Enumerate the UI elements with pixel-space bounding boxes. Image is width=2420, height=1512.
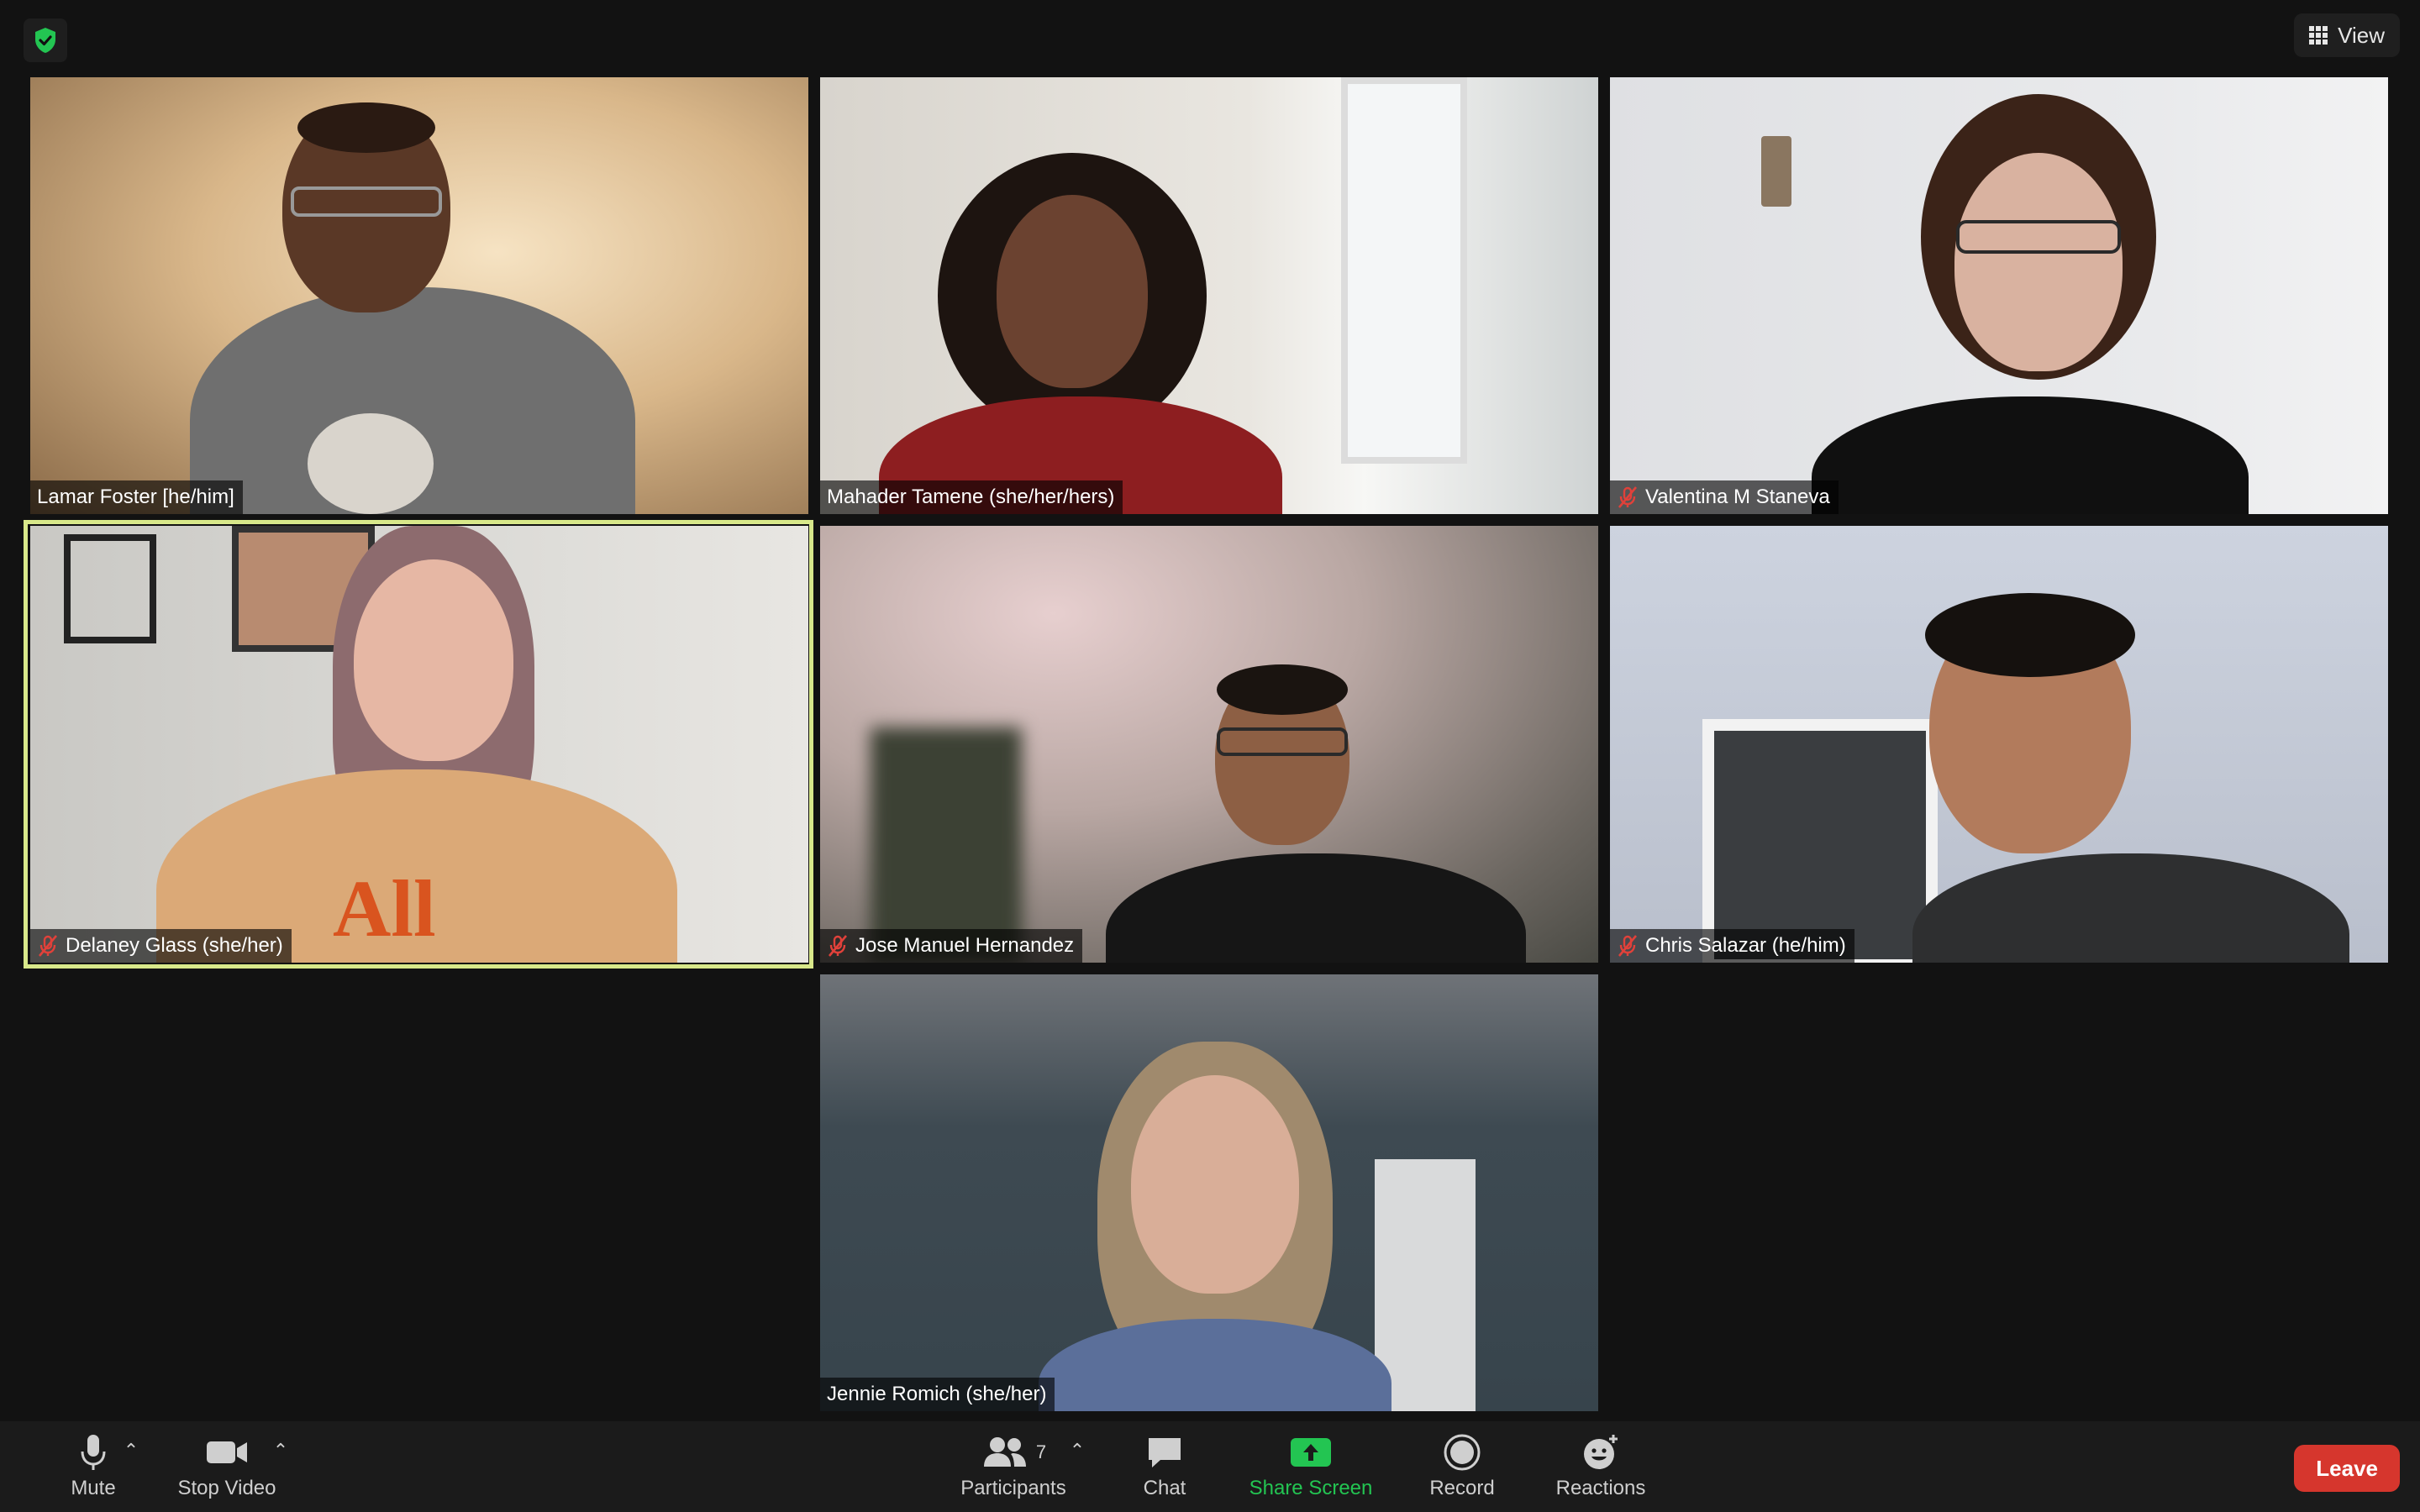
- chat-label: Chat: [1143, 1477, 1186, 1499]
- reactions-button[interactable]: Reactions: [1546, 1421, 1655, 1512]
- participant-name: Jennie Romich (she/her): [827, 1383, 1047, 1405]
- video-camera-icon: [207, 1441, 247, 1463]
- participant-name-label: Mahader Tamene (she/her/hers): [820, 480, 1123, 514]
- participant-name: Mahader Tamene (she/her/hers): [827, 486, 1115, 508]
- video-tile-mahader-tamene[interactable]: Mahader Tamene (she/her/hers): [820, 77, 1598, 514]
- meeting-toolbar: Mute ⌃ Stop Video ⌃ 7 Participants ⌃ Cha…: [0, 1421, 2420, 1512]
- view-label: View: [2338, 22, 2385, 48]
- muted-microphone-icon: [1617, 486, 1639, 509]
- stop-video-button[interactable]: Stop Video: [168, 1421, 286, 1512]
- video-tile-jose-manuel-hernandez[interactable]: Jose Manuel Hernandez: [820, 526, 1598, 963]
- record-label: Record: [1429, 1477, 1495, 1499]
- reactions-emoji-icon: [1584, 1435, 1618, 1469]
- participant-name: Lamar Foster [he/him]: [37, 486, 234, 508]
- leave-button[interactable]: Leave: [2294, 1445, 2400, 1492]
- participant-name-label: Jose Manuel Hernandez: [820, 929, 1083, 963]
- chat-button[interactable]: Chat: [1123, 1421, 1207, 1512]
- doorway: [1702, 719, 1938, 963]
- video-tile-chris-salazar[interactable]: Chris Salazar (he/him): [1610, 526, 2388, 963]
- participant-name-label: Lamar Foster [he/him]: [30, 480, 243, 514]
- participant-name-label: Jennie Romich (she/her): [820, 1378, 1055, 1411]
- security-shield-icon[interactable]: [24, 18, 67, 62]
- doorway: [1375, 1159, 1476, 1411]
- mute-button[interactable]: Mute: [47, 1421, 139, 1512]
- record-icon: [1444, 1434, 1481, 1471]
- wall-switch: [1761, 136, 1791, 207]
- reactions-label: Reactions: [1555, 1477, 1646, 1499]
- wall-frame: [64, 534, 156, 643]
- participant-name: Chris Salazar (he/him): [1645, 934, 1846, 957]
- video-tile-jennie-romich[interactable]: Jennie Romich (she/her): [820, 974, 1598, 1411]
- video-tile-delaney-glass[interactable]: All Delaney Glass (she/her): [30, 526, 808, 963]
- participants-label: Participants: [960, 1477, 1066, 1499]
- mute-label: Mute: [71, 1477, 116, 1499]
- share-screen-label: Share Screen: [1249, 1477, 1373, 1499]
- blurred-background-object: [871, 727, 1022, 963]
- microphone-icon: [81, 1435, 106, 1470]
- video-tile-lamar-foster[interactable]: Lamar Foster [he/him]: [30, 77, 808, 514]
- view-button[interactable]: View: [2294, 13, 2400, 57]
- grid-icon: [2309, 26, 2328, 45]
- stop-video-label: Stop Video: [177, 1477, 276, 1499]
- participant-name-label: Chris Salazar (he/him): [1610, 929, 1854, 963]
- participants-count: 7: [1035, 1441, 1047, 1462]
- muted-microphone-icon: [827, 934, 849, 958]
- participant-name-label: Valentina M Staneva: [1610, 480, 1839, 514]
- participants-options-chevron-up-icon[interactable]: ⌃: [1065, 1440, 1089, 1462]
- muted-microphone-icon: [37, 934, 59, 958]
- video-tile-valentina-staneva[interactable]: Valentina M Staneva: [1610, 77, 2388, 514]
- record-button[interactable]: Record: [1420, 1421, 1504, 1512]
- participant-name-label: Delaney Glass (she/her): [30, 929, 292, 963]
- muted-microphone-icon: [1617, 934, 1639, 958]
- participants-icon: [983, 1437, 1026, 1467]
- video-options-chevron-up-icon[interactable]: ⌃: [269, 1440, 292, 1462]
- participant-name: Delaney Glass (she/her): [66, 934, 283, 957]
- chat-bubble-icon: [1149, 1438, 1181, 1467]
- window-shape: [1341, 77, 1467, 464]
- share-screen-button[interactable]: Share Screen: [1235, 1421, 1386, 1512]
- participant-name: Valentina M Staneva: [1645, 486, 1830, 508]
- audio-options-chevron-up-icon[interactable]: ⌃: [119, 1440, 143, 1462]
- participants-button[interactable]: 7 Participants: [946, 1421, 1081, 1512]
- share-screen-icon: [1291, 1438, 1331, 1467]
- participant-name: Jose Manuel Hernandez: [855, 934, 1075, 957]
